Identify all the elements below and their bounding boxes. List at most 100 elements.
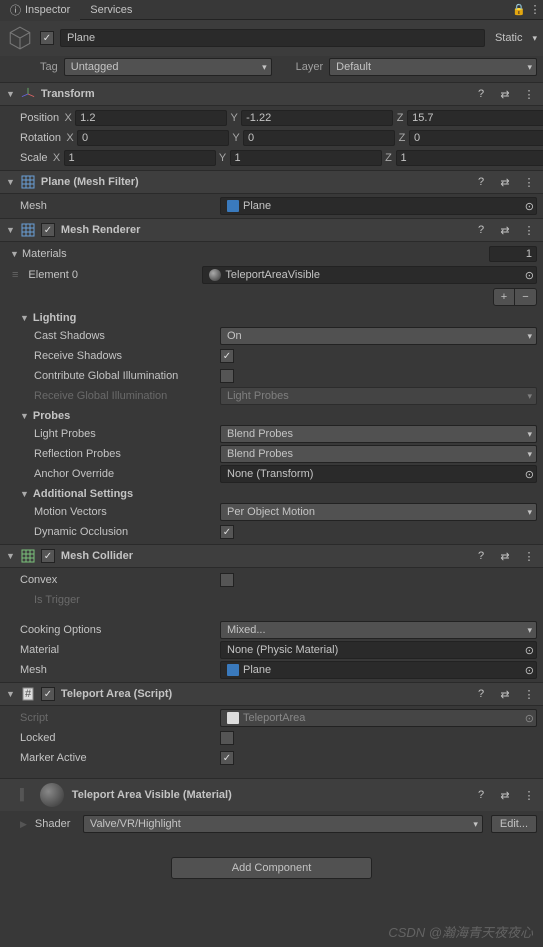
menu-icon[interactable]: ⋮: [521, 86, 537, 102]
scale-y-input[interactable]: [230, 150, 382, 166]
cooking-options-dropdown[interactable]: Mixed...: [220, 621, 537, 639]
rotation-y-input[interactable]: [243, 130, 395, 146]
material-expand-handle[interactable]: ▌: [20, 789, 32, 801]
help-icon[interactable]: ?: [473, 222, 489, 238]
contribute-gi-checkbox[interactable]: [220, 369, 234, 383]
static-dropdown-icon[interactable]: ▾: [532, 33, 537, 44]
meshfilter-title: Plane (Mesh Filter): [41, 176, 467, 188]
meshrenderer-foldout[interactable]: ▼: [6, 225, 15, 235]
preset-icon[interactable]: ⇄: [497, 222, 513, 238]
add-component-button[interactable]: Add Component: [171, 857, 373, 879]
position-x-input[interactable]: [75, 110, 227, 126]
object-picker-icon[interactable]: ⊙: [525, 468, 534, 481]
rotation-x-input[interactable]: [77, 130, 229, 146]
anchor-override-field[interactable]: None (Transform)⊙: [220, 465, 537, 483]
object-picker-icon[interactable]: ⊙: [525, 644, 534, 657]
menu-icon[interactable]: ⋮: [521, 787, 537, 803]
remove-element-button[interactable]: −: [515, 288, 537, 306]
layer-dropdown[interactable]: Default: [329, 58, 537, 76]
receive-shadows-checkbox[interactable]: [220, 349, 234, 363]
receive-gi-label: Receive Global Illumination: [6, 390, 216, 402]
menu-icon[interactable]: ⋮: [521, 548, 537, 564]
scale-z-input[interactable]: [396, 150, 543, 166]
object-picker-icon[interactable]: ⊙: [525, 269, 534, 282]
kebab-menu-icon[interactable]: ⋮: [527, 2, 543, 18]
position-y-input[interactable]: [241, 110, 393, 126]
teleportarea-enabled-checkbox[interactable]: [41, 687, 55, 701]
lighting-foldout[interactable]: ▼: [20, 313, 29, 323]
script-asset-icon: [227, 712, 239, 724]
materials-size-input[interactable]: [489, 246, 537, 262]
material-element0-field[interactable]: TeleportAreaVisible⊙: [202, 266, 537, 284]
additional-foldout[interactable]: ▼: [20, 489, 29, 499]
additional-label: Additional Settings: [33, 488, 133, 500]
preset-icon[interactable]: ⇄: [497, 86, 513, 102]
help-icon[interactable]: ?: [473, 86, 489, 102]
locked-checkbox[interactable]: [220, 731, 234, 745]
gameobject-name-input[interactable]: [60, 29, 485, 47]
edit-button[interactable]: Edit...: [491, 815, 537, 833]
shader-dropdown[interactable]: Valve/VR/Highlight: [83, 815, 483, 833]
materials-foldout[interactable]: ▼: [10, 249, 19, 259]
dynamic-occlusion-checkbox[interactable]: [220, 525, 234, 539]
lighting-label: Lighting: [33, 312, 76, 324]
meshcollider-foldout[interactable]: ▼: [6, 551, 15, 561]
element0-label: Element 0: [28, 269, 198, 281]
scale-x-input[interactable]: [64, 150, 216, 166]
add-element-button[interactable]: +: [493, 288, 515, 306]
info-icon: ⓘ: [10, 2, 21, 18]
material-asset-icon: [209, 269, 221, 281]
tag-dropdown[interactable]: Untagged: [64, 58, 272, 76]
tab-services[interactable]: Services: [80, 1, 142, 19]
menu-icon[interactable]: ⋮: [521, 686, 537, 702]
marker-active-checkbox[interactable]: [220, 751, 234, 765]
probes-foldout[interactable]: ▼: [20, 411, 29, 421]
physic-material-field[interactable]: None (Physic Material)⊙: [220, 641, 537, 659]
position-z-input[interactable]: [407, 110, 543, 126]
object-picker-icon[interactable]: ⊙: [525, 664, 534, 677]
meshcollider-enabled-checkbox[interactable]: [41, 549, 55, 563]
meshcollider-title: Mesh Collider: [61, 550, 467, 562]
teleportarea-foldout[interactable]: ▼: [6, 689, 15, 699]
preset-icon[interactable]: ⇄: [497, 174, 513, 190]
help-icon[interactable]: ?: [473, 548, 489, 564]
gameobject-icon: [6, 24, 34, 52]
help-icon[interactable]: ?: [473, 174, 489, 190]
is-trigger-label: Is Trigger: [6, 594, 216, 606]
help-icon[interactable]: ?: [473, 686, 489, 702]
collider-mesh-field[interactable]: Plane⊙: [220, 661, 537, 679]
drag-handle-icon[interactable]: ≡: [6, 269, 24, 281]
menu-icon[interactable]: ⋮: [521, 174, 537, 190]
menu-icon[interactable]: ⋮: [521, 222, 537, 238]
mesh-asset-icon: [227, 664, 239, 676]
preset-icon[interactable]: ⇄: [497, 548, 513, 564]
gameobject-active-checkbox[interactable]: [40, 31, 54, 45]
reflection-probes-dropdown[interactable]: Blend Probes: [220, 445, 537, 463]
mesh-field[interactable]: Plane⊙: [220, 197, 537, 215]
cast-shadows-dropdown[interactable]: On: [220, 327, 537, 345]
material-foldout[interactable]: ▶: [20, 819, 27, 830]
transform-foldout[interactable]: ▼: [6, 89, 15, 99]
watermark: CSDN @瀚海青天夜夜心: [388, 922, 533, 941]
preset-icon[interactable]: ⇄: [497, 787, 513, 803]
locked-label: Locked: [6, 732, 216, 744]
meshfilter-foldout[interactable]: ▼: [6, 177, 15, 187]
light-probes-dropdown[interactable]: Blend Probes: [220, 425, 537, 443]
receive-shadows-label: Receive Shadows: [6, 350, 216, 362]
layer-label: Layer: [296, 61, 324, 73]
convex-checkbox[interactable]: [220, 573, 234, 587]
preset-icon[interactable]: ⇄: [497, 686, 513, 702]
meshrenderer-enabled-checkbox[interactable]: [41, 223, 55, 237]
help-icon[interactable]: ?: [473, 787, 489, 803]
material-title: Teleport Area Visible (Material): [72, 789, 465, 801]
script-field: TeleportArea⊙: [220, 709, 537, 727]
lock-icon[interactable]: 🔒: [511, 2, 527, 18]
mesh-label: Mesh: [6, 200, 216, 212]
object-picker-icon[interactable]: ⊙: [525, 200, 534, 213]
rotation-z-input[interactable]: [409, 130, 543, 146]
meshfilter-icon: [21, 175, 35, 189]
receive-gi-dropdown: Light Probes: [220, 387, 537, 405]
motion-vectors-dropdown[interactable]: Per Object Motion: [220, 503, 537, 521]
tab-inspector[interactable]: ⓘInspector: [0, 0, 80, 21]
script-label: Script: [6, 712, 216, 724]
